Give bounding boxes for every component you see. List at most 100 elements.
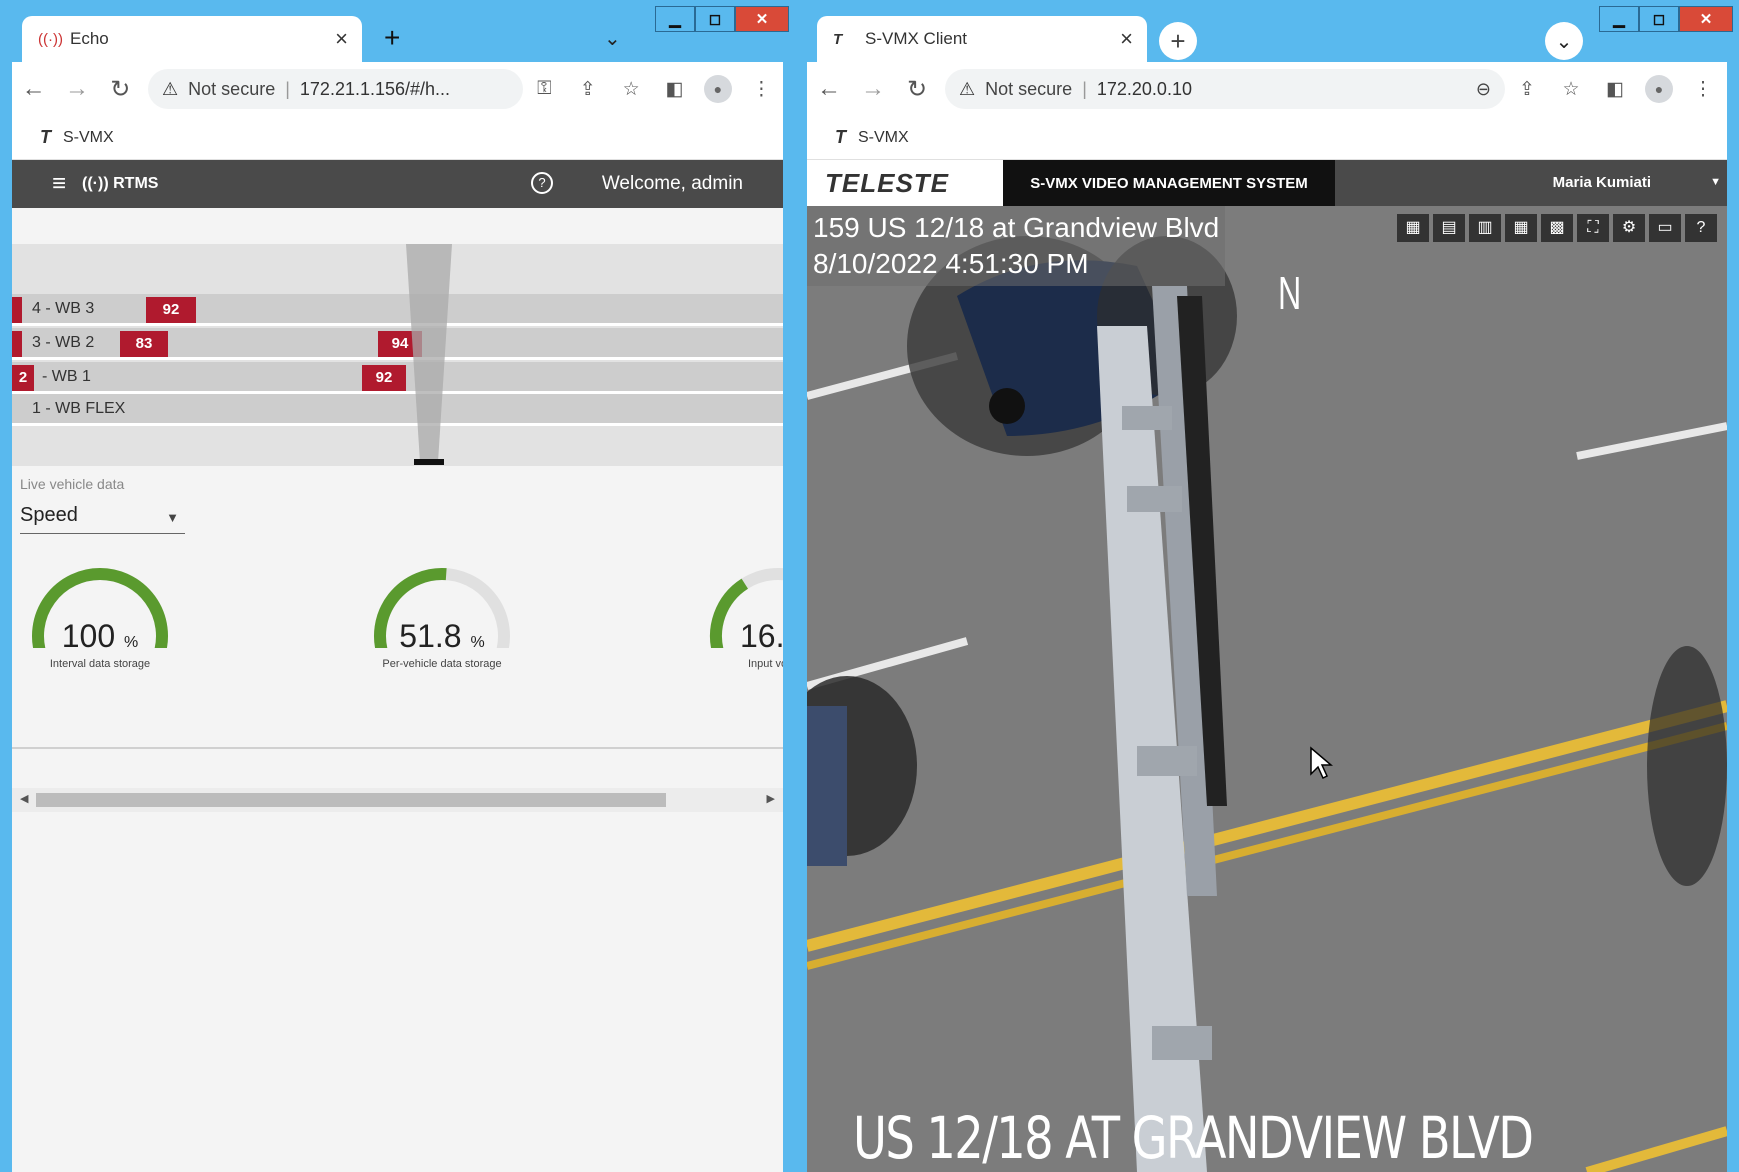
profile-avatar-icon[interactable]: ● — [704, 75, 732, 103]
close-tab-icon[interactable]: × — [335, 26, 348, 52]
camera-name: 159 US 12/18 at Grandview Blvd — [813, 212, 1220, 243]
compass-north: N — [1277, 267, 1302, 319]
lane-vehicle-marker — [12, 331, 22, 357]
camera-video-view[interactable]: 159 US 12/18 at Grandview Blvd 8/10/2022… — [807, 206, 1727, 1172]
data-type-select[interactable]: Speed ▼ — [20, 500, 185, 534]
minimize-button[interactable]: ▁ — [655, 6, 695, 32]
side-panel-icon[interactable]: ◧ — [1593, 78, 1637, 101]
tab-search-chevron-icon[interactable]: ⌄ — [604, 26, 621, 51]
forward-icon[interactable]: → — [851, 75, 895, 103]
tab-echo[interactable]: ((·)) Echo × — [22, 16, 362, 62]
bookmark-star-icon[interactable]: ☆ — [609, 78, 652, 101]
reload-icon[interactable]: ↻ — [99, 75, 142, 104]
close-window-button[interactable]: ✕ — [735, 6, 789, 32]
select-value: Speed — [20, 504, 78, 526]
speed-badge: 2 — [12, 365, 34, 391]
address-url: 172.21.1.156/#/h... — [299, 78, 451, 99]
bookmark-star-icon[interactable]: ☆ — [1549, 78, 1593, 101]
reload-icon[interactable]: ↻ — [895, 75, 939, 104]
teleste-t-icon: T — [835, 127, 846, 147]
rtms-header: ≡ ((·)) RTMS ? Welcome, admin — [12, 160, 783, 208]
gauge-value: 16. — [740, 618, 783, 654]
bookmark-svmx[interactable]: S-VMX — [63, 129, 114, 147]
scroll-left-arrow-icon[interactable]: ◀ — [20, 792, 28, 805]
layout-2x2-icon[interactable]: ▦ — [1397, 214, 1429, 242]
layout-1-plus-3-icon[interactable]: ▤ — [1433, 214, 1465, 242]
camera-timestamp: 8/10/2022 4:51:30 PM — [813, 248, 1089, 279]
lane-row: 2 - WB 1 92 — [12, 362, 783, 394]
browser-toolbar: ← → ↻ ⚠ Not secure | 172.21.1.156/#/h...… — [12, 62, 783, 116]
layout-4x4-icon[interactable]: ▩ — [1541, 214, 1573, 242]
layout-1-plus-5-icon[interactable]: ▥ — [1469, 214, 1501, 242]
key-icon[interactable]: ⚿ — [523, 78, 566, 100]
maximize-button[interactable]: ◻ — [695, 6, 735, 32]
layout-3x3-icon[interactable]: ▦ — [1505, 214, 1537, 242]
forward-icon[interactable]: → — [55, 75, 98, 103]
speed-badge: 83 — [120, 331, 168, 357]
user-dropdown-icon[interactable]: ▼ — [1710, 176, 1721, 188]
lane-vehicle-marker — [12, 297, 22, 323]
lane-row: 3 - WB 2 83 94 — [12, 328, 783, 360]
address-bar[interactable]: ⚠ Not secure | 172.21.1.156/#/h... — [148, 69, 523, 109]
teleste-t-icon: T — [833, 30, 843, 48]
hamburger-menu-icon[interactable]: ≡ — [52, 170, 66, 198]
speed-badge: 92 — [362, 365, 406, 391]
gauge-value: 100 % — [61, 618, 139, 654]
rtms-page: ≡ ((·)) RTMS ? Welcome, admin 4 - WB 3 9… — [12, 160, 783, 1172]
gauge-label: Per-vehicle data storage — [382, 658, 502, 670]
horizontal-scrollbar[interactable]: ◀ ▶ — [12, 788, 783, 812]
help-icon[interactable]: ? — [531, 172, 553, 194]
lane-label: - WB 1 — [42, 368, 91, 385]
tab-bar: T S-VMX Client × + ⌄ — [795, 0, 1619, 62]
scroll-right-arrow-icon[interactable]: ▶ — [767, 792, 775, 805]
camera-info-overlay: 159 US 12/18 at Grandview Blvd 8/10/2022… — [807, 206, 1226, 286]
kebab-menu-icon[interactable]: ⋮ — [740, 78, 783, 101]
profile-avatar-icon[interactable]: ● — [1645, 75, 1673, 103]
help-icon[interactable]: ? — [1685, 214, 1717, 242]
vmx-header: TELESTE S-VMX VIDEO MANAGEMENT SYSTEM Ma… — [807, 160, 1727, 206]
welcome-text[interactable]: Welcome, admin — [602, 173, 743, 195]
echo-browser-window: ((·)) Echo × + ⌄ ▁ ◻ ✕ ← → ↻ ⚠ Not secur… — [0, 0, 795, 1172]
gauge-per-vehicle-storage: 51.8 % Per-vehicle data storage — [362, 558, 522, 678]
svmx-page: TELESTE S-VMX VIDEO MANAGEMENT SYSTEM Ma… — [807, 160, 1727, 1172]
back-icon[interactable]: ← — [12, 75, 55, 103]
tab-search-chevron-icon[interactable]: ⌄ — [1545, 22, 1583, 60]
new-tab-button[interactable]: + — [1159, 22, 1197, 60]
bookmark-svmx[interactable]: S-VMX — [858, 129, 909, 147]
scrollbar-thumb[interactable] — [36, 793, 666, 807]
user-menu[interactable]: Maria Kumiati — [1553, 174, 1651, 191]
zoom-icon[interactable]: ⊖ — [1476, 79, 1491, 100]
minimize-button[interactable]: ▁ — [1599, 6, 1639, 32]
lane-label: 3 - WB 2 — [32, 334, 95, 351]
teleste-t-icon: T — [40, 127, 51, 147]
bookmarks-bar: T S-VMX — [12, 116, 783, 160]
kebab-menu-icon[interactable]: ⋮ — [1681, 78, 1725, 101]
share-icon[interactable]: ⇪ — [1505, 78, 1549, 101]
camera-location-caption: US 12/18 AT GRANDVIEW BLVD — [853, 1104, 1534, 1172]
back-icon[interactable]: ← — [807, 75, 851, 103]
settings-gear-icon[interactable]: ⚙ — [1613, 214, 1645, 242]
monitor-icon[interactable]: ▭ — [1649, 214, 1681, 242]
gauge-label: Interval data storage — [49, 658, 151, 670]
lane-display: 4 - WB 3 92 3 - WB 2 83 94 2 - WB 1 92 1… — [12, 244, 783, 466]
road-scene-image — [807, 206, 1727, 1172]
side-panel-icon[interactable]: ◧ — [653, 78, 696, 101]
close-tab-icon[interactable]: × — [1120, 26, 1133, 52]
tab-title: S-VMX Client — [865, 29, 968, 48]
address-bar[interactable]: ⚠ Not secure | 172.20.0.10 ⊖ — [945, 69, 1505, 109]
close-window-button[interactable]: ✕ — [1679, 6, 1733, 32]
window-controls: ▁ ◻ ✕ — [1599, 6, 1733, 32]
sensor-icon — [414, 459, 444, 465]
address-url: 172.20.0.10 — [1096, 78, 1192, 99]
share-icon[interactable]: ⇪ — [566, 78, 609, 101]
gauge-input-voltage: 16. Input vo — [698, 558, 783, 678]
gauge-value: 51.8 % — [399, 618, 485, 654]
gauge-interval-storage: 100 % Interval data storage — [20, 558, 180, 678]
fullscreen-icon[interactable]: ⛶ — [1577, 214, 1609, 242]
security-label: Not secure — [188, 78, 276, 99]
maximize-button[interactable]: ◻ — [1639, 6, 1679, 32]
new-tab-button[interactable]: + — [384, 22, 400, 54]
warning-icon: ⚠ — [162, 78, 179, 99]
svmx-browser-window: T S-VMX Client × + ⌄ ▁ ◻ ✕ ← → ↻ ⚠ Not s… — [795, 0, 1739, 1172]
tab-svmx-client[interactable]: T S-VMX Client × — [817, 16, 1147, 62]
